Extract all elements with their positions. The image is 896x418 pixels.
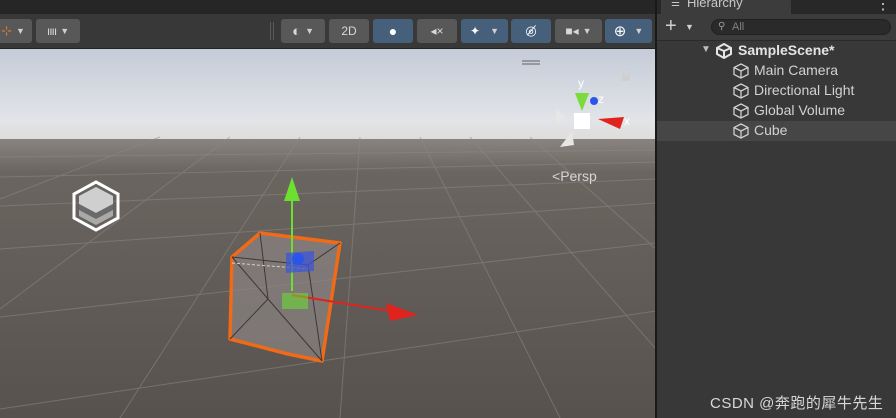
lightbulb-icon: ● [388,23,398,39]
cube-icon [733,123,749,139]
hierarchy-tree: ▼ SampleScene* Main Camera Directional L… [657,41,896,141]
camera-icon: ■◂ [565,24,579,38]
sky [0,49,656,145]
expand-arrow-icon[interactable]: ▼ [701,44,711,55]
toolbar-separator [273,22,274,40]
audio-muted-icon: ◂× [430,24,444,38]
watermark: CSDN @奔跑的犀牛先生 [710,395,884,412]
toggle-lighting-button[interactable]: ● [373,19,413,43]
list-item-label: Directional Light [754,82,855,98]
more-options-icon[interactable]: ⋮ [875,0,891,14]
hierarchy-toolbar: + ▼ ⚲ All [657,14,896,41]
chevron-down-icon[interactable]: ▼ [685,22,694,32]
search-icon: ⚲ [718,21,726,32]
cube-icon [733,63,749,79]
perspective-icon: < [552,168,561,184]
scene-view[interactable]: ⊹ ▼ ıııı ▼ ◐ ▼ 2D ● ◂× ✦ ▼ ◎̸ ■◂ ▼ ⊕ ▼ y… [0,0,656,418]
gizmos-dropdown[interactable]: ⊕ ▼ [605,19,652,43]
toggle-2d-label: 2D [341,24,357,38]
hierarchy-panel: ☰ Hierarchy ⋮ + ▼ ⚲ All ▼ SampleScene* M… [657,0,896,418]
chevron-down-icon: ▼ [490,26,499,36]
projection-label: Persp [560,168,597,184]
chevron-down-icon: ▼ [15,26,25,36]
toolbar-separator [270,22,271,40]
hierarchy-tabbar: ☰ Hierarchy ⋮ [657,0,896,14]
camera-gizmo-icon[interactable] [72,180,120,232]
list-item-label: Global Volume [754,102,846,118]
scene-root-item[interactable]: ▼ SampleScene* [657,41,896,61]
z-axis-handle[interactable] [292,253,304,265]
cube-icon [733,103,749,119]
cube-icon [733,83,749,99]
scene-toolbar: ⊹ ▼ ıııı ▼ ◐ ▼ 2D ● ◂× ✦ ▼ ◎̸ ■◂ ▼ ⊕ ▼ [0,14,656,49]
list-item[interactable]: Global Volume [657,101,896,121]
toggle-audio-button[interactable]: ◂× [417,19,457,43]
list-item-label: Main Camera [754,62,839,78]
effects-dropdown[interactable]: ✦ ▼ [461,19,508,43]
tab-hierarchy-label: Hierarchy [687,0,743,10]
list-item[interactable]: Cube [657,121,896,141]
scene-tab-strip [0,0,656,14]
draw-mode-dropdown[interactable]: ◐ ▼ [281,19,325,43]
scene-name-label: SampleScene* [738,42,835,58]
scene-canvas[interactable]: y z x [0,49,656,418]
add-object-button[interactable]: + [665,16,677,36]
tab-hierarchy[interactable]: ☰ Hierarchy [661,0,791,14]
hierarchy-search-input[interactable]: ⚲ All [711,19,891,35]
list-item[interactable]: Directional Light [657,81,896,101]
gizmo-axis-y-label: y [578,76,584,90]
unity-scene-icon [716,43,732,59]
grid-snap-icon: ıııı [46,24,57,38]
tool-handle-icon: ⊹ [1,23,12,38]
eye-hidden-icon: ◎̸ [525,23,537,38]
camera-settings-dropdown[interactable]: ■◂ ▼ [555,19,602,43]
chevron-down-icon: ▼ [305,26,314,36]
gizmo-axis-x-label: x [624,114,630,128]
gizmo-crosshair-icon: ⊕ [613,23,627,40]
gizmo-axis-z-label: z [598,92,604,106]
projection-toggle[interactable]: <Persp [552,168,597,184]
list-icon: ☰ [671,0,680,9]
effects-stack-icon: ✦ [470,24,481,38]
toggle-2d-button[interactable]: 2D [329,19,369,43]
chevron-down-icon: ▼ [582,26,592,36]
scene-visibility-button[interactable]: ◎̸ [511,19,551,43]
list-item[interactable]: Main Camera [657,61,896,81]
globe-icon: ◐ [292,22,302,40]
grid-snapping-dropdown[interactable]: ıııı ▼ [36,19,80,43]
tool-handle-dropdown[interactable]: ⊹ ▼ [0,19,32,43]
yz-plane-handle[interactable] [282,293,308,309]
chevron-down-icon: ▼ [634,26,644,36]
list-item-label: Cube [754,122,788,138]
search-placeholder: All [732,21,745,33]
chevron-down-icon: ▼ [60,26,70,36]
